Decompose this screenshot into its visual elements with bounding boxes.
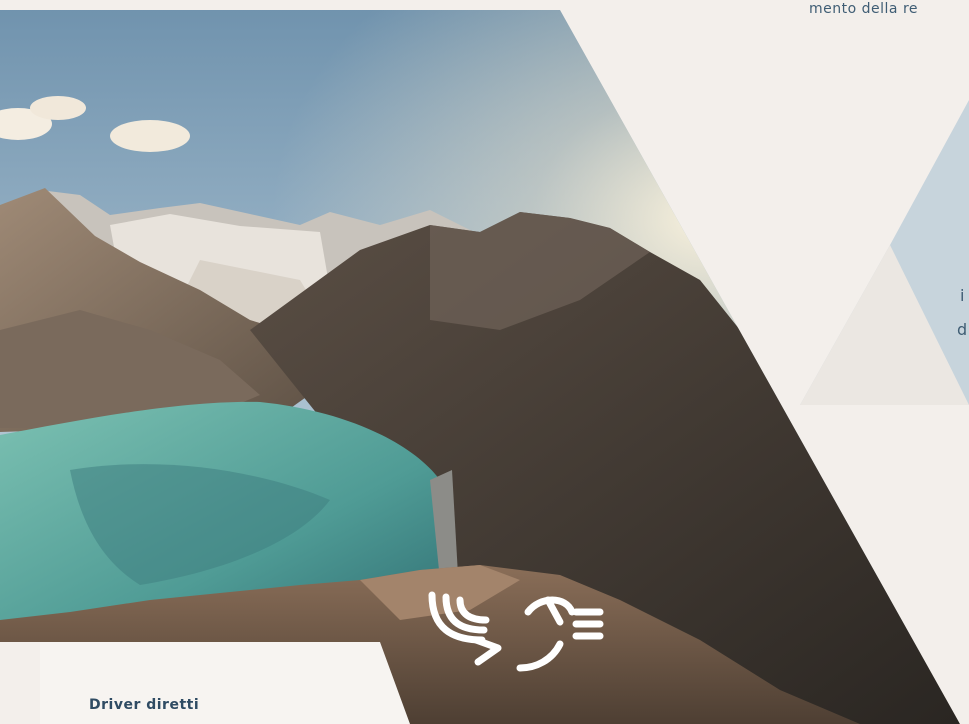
page-canvas: [0, 10, 969, 724]
driver-diretti-label: Driver diretti: [89, 697, 200, 713]
mountain-lake-photo: [0, 10, 960, 724]
side-text-fragment-1: i: [960, 286, 965, 305]
top-right-heading-fragment: mento della re: [809, 1, 918, 17]
side-text-fragment-2: d: [957, 320, 968, 339]
